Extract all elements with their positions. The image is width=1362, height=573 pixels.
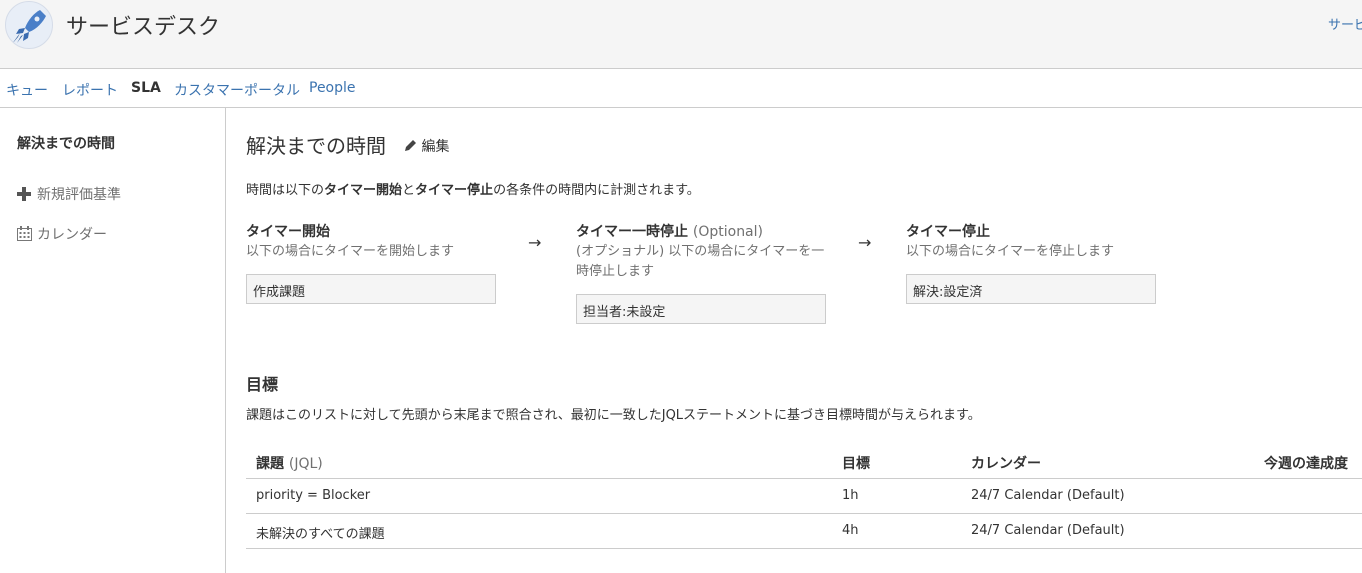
arrow-right-icon: → [858, 233, 872, 252]
plus-icon [17, 187, 33, 203]
goals-desc: 課題はこのリストに対して先頭から末尾まで照合され、最初に一致したJQLステートメ… [246, 408, 981, 423]
cell-goal: 4h [842, 523, 859, 538]
timer-stop-title: タイマー停止 [906, 224, 990, 240]
arrow-right-icon: → [528, 233, 542, 252]
sidebar-title[interactable]: 解決までの時間 [17, 133, 115, 153]
timer-pause-desc: (オプショナル) 以下の場合にタイマーを一時停止します [576, 244, 825, 279]
sidebar-item-calendar[interactable]: カレンダー [17, 224, 107, 244]
timer-pause-title: タイマー一時停止 (Optional) [576, 224, 763, 240]
rocket-logo-icon[interactable] [5, 1, 53, 49]
calendar-icon [17, 226, 33, 243]
sidebar: 解決までの時間 新規評価基準 カレンダー [0, 108, 226, 573]
timer-start-column: タイマー開始 以下の場合にタイマーを開始します 作成課題 [246, 221, 496, 304]
cell-jql: 未解決のすべての課題 [256, 527, 385, 542]
tab-queues[interactable]: キュー [6, 80, 48, 100]
col-header-goal: 目標 [842, 456, 870, 472]
table-row[interactable]: 未解決のすべての課題 4h 24/7 Calendar (Default) [246, 514, 1362, 549]
edit-button[interactable]: 編集 [404, 136, 449, 156]
timer-start-title: タイマー開始 [246, 224, 330, 240]
sidebar-item-label: カレンダー [37, 227, 107, 243]
intro-text: 時間は以下のタイマー開始とタイマー停止の各条件の時間内に計測されます。 [246, 183, 700, 198]
edit-label: 編集 [421, 139, 450, 155]
app-title: サービスデスク [66, 15, 221, 40]
sidebar-item-label: 新規評価基準 [37, 187, 121, 203]
cell-jql: priority = Blocker [256, 488, 371, 503]
timer-stop-desc: 以下の場合にタイマーを停止します [906, 244, 1115, 259]
timer-stop-condition[interactable]: 解決:設定済 [906, 274, 1156, 304]
table-row[interactable]: priority = Blocker 1h 24/7 Calendar (Def… [246, 479, 1362, 514]
col-header-weekly: 今週の達成度 [1264, 456, 1348, 472]
timer-start-desc: 以下の場合にタイマーを開始します [246, 244, 455, 259]
col-header-issue: 課題 (JQL) [256, 456, 323, 472]
tab-people[interactable]: People [309, 80, 356, 96]
cell-calendar: 24/7 Calendar (Default) [971, 523, 1125, 538]
tab-reports[interactable]: レポート [62, 80, 118, 100]
page-title: 解決までの時間 [246, 134, 386, 158]
nav-tabs: キュー レポート SLA カスタマーポータル People [0, 69, 1362, 108]
cell-goal: 1h [842, 488, 859, 503]
tab-customer-portal[interactable]: カスタマーポータル [174, 80, 300, 100]
timer-pause-column: タイマー一時停止 (Optional) (オプショナル) 以下の場合にタイマーを… [576, 221, 826, 324]
sidebar-item-new-metric[interactable]: 新規評価基準 [17, 184, 121, 204]
timer-stop-column: タイマー停止 以下の場合にタイマーを停止します 解決:設定済 [906, 221, 1156, 304]
col-header-calendar: カレンダー [971, 456, 1041, 472]
timer-pause-condition[interactable]: 担当者:未設定 [576, 294, 826, 324]
timer-start-condition[interactable]: 作成課題 [246, 274, 496, 304]
cell-calendar: 24/7 Calendar (Default) [971, 488, 1125, 503]
tab-sla[interactable]: SLA [131, 80, 161, 96]
header-service-link[interactable]: サービ [1328, 14, 1362, 33]
app-header: サービスデスク サービ [0, 0, 1362, 69]
goals-title: 目標 [246, 375, 279, 394]
table-header: 課題 (JQL) 目標 カレンダー 今週の達成度 [246, 442, 1362, 479]
pencil-icon [404, 139, 421, 155]
goals-table: 課題 (JQL) 目標 カレンダー 今週の達成度 priority = Bloc… [246, 442, 1362, 549]
